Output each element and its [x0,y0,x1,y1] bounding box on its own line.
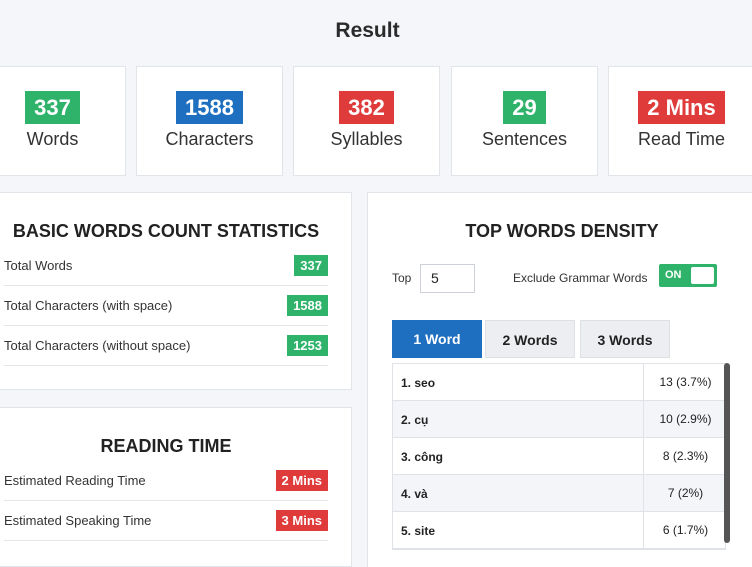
count-cell: 10 (2.9%) [643,401,727,437]
toggle-knob [691,267,714,284]
table-row: 3. công 8 (2.3%) [393,438,725,475]
stat-card-read-time: 2 Mins Read Time [608,66,752,176]
stat-label: Sentences [481,129,568,149]
stat-label: Read Time [637,129,726,149]
stat-row: Total Characters (with space) 1588 [4,286,328,326]
stat-row: Total Words 337 [4,246,328,286]
tab-2-words[interactable]: 2 Words [485,320,575,358]
stat-value: 337 [25,91,80,124]
exclude-grammar-label: Exclude Grammar Words [513,271,648,285]
stat-label: Syllables [330,129,403,149]
row-label: Estimated Speaking Time [4,513,152,528]
count-cell: 6 (1.7%) [643,512,727,548]
word-cell: 2. cụ [401,413,429,427]
row-value-badge: 2 Mins [275,470,328,491]
reading-time-panel: READING TIME Estimated Reading Time 2 Mi… [0,407,352,567]
stat-label: Words [26,129,79,149]
stat-card-sentences: 29 Sentences [451,66,598,176]
stat-row: Estimated Reading Time 2 Mins [4,461,328,501]
toggle-text: ON [665,269,682,281]
row-value-badge: 337 [294,255,328,276]
stat-card-characters: 1588 Characters [136,66,283,176]
stat-value: 29 [503,91,546,124]
density-table: 1. seo 13 (3.7%) 2. cụ 10 (2.9%) 3. công… [392,363,726,550]
word-cell: 4. và [401,487,428,501]
stat-value: 382 [339,91,394,124]
top-count-input[interactable]: 5 [420,264,475,293]
panel-title: BASIC WORDS COUNT STATISTICS [12,221,320,241]
table-row: 4. và 7 (2%) [393,475,725,512]
row-label: Estimated Reading Time [4,473,146,488]
panel-title: TOP WORDS DENSITY [465,221,659,241]
count-cell: 8 (2.3%) [643,438,727,474]
table-row: 1. seo 13 (3.7%) [393,364,725,401]
stat-row: Total Characters (without space) 1253 [4,326,328,366]
panel-title: READING TIME [100,436,232,456]
row-value-badge: 3 Mins [275,510,328,531]
stat-value: 2 Mins [638,91,725,124]
basic-stats-panel: BASIC WORDS COUNT STATISTICS Total Words… [0,192,352,390]
table-row: 2. cụ 10 (2.9%) [393,401,725,438]
stat-card-words: 337 Words [0,66,126,176]
stat-label: Characters [165,129,254,149]
top-label: Top [392,271,412,285]
page-title: Result [335,19,400,42]
word-cell: 1. seo [401,376,436,390]
stat-row: Estimated Speaking Time 3 Mins [4,501,328,541]
table-scrollbar[interactable] [724,363,730,543]
tab-1-word[interactable]: 1 Word [392,320,482,358]
tab-3-words[interactable]: 3 Words [580,320,670,358]
stat-card-syllables: 382 Syllables [293,66,440,176]
count-cell: 13 (3.7%) [643,364,727,400]
row-label: Total Characters (with space) [4,298,173,313]
row-label: Total Characters (without space) [4,338,191,353]
exclude-grammar-toggle[interactable]: ON [659,264,717,287]
count-cell: 7 (2%) [643,475,727,511]
word-cell: 3. công [401,450,444,464]
table-row: 5. site 6 (1.7%) [393,512,725,549]
row-label: Total Words [4,258,73,273]
stat-value: 1588 [176,91,243,124]
row-value-badge: 1253 [287,335,328,356]
row-value-badge: 1588 [287,295,328,316]
word-cell: 5. site [401,524,436,538]
